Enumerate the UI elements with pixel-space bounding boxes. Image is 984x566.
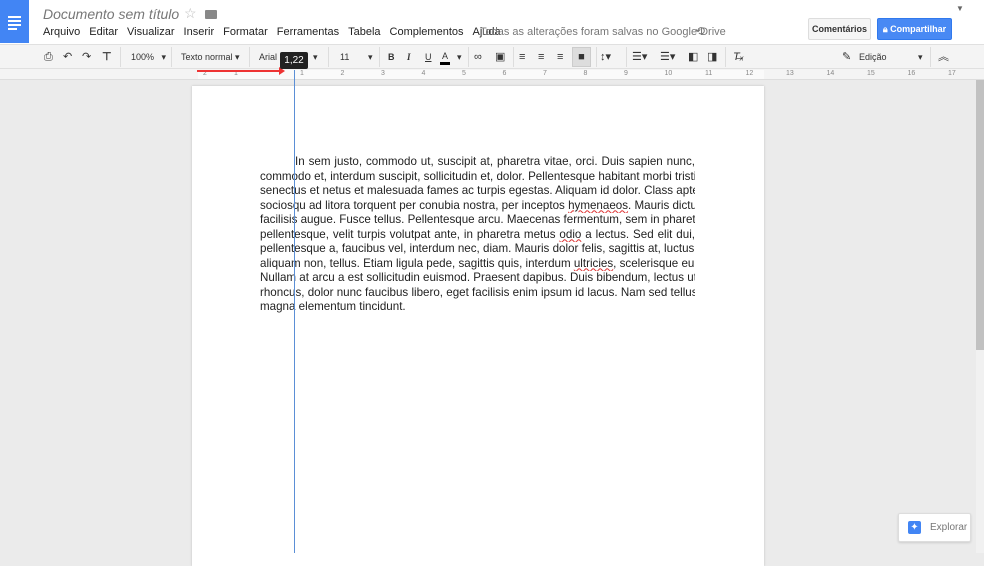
star-icon[interactable]: ☆	[184, 5, 197, 22]
clear-formatting-icon[interactable]: T̶ₓ	[733, 50, 744, 64]
text-line: commodo et, interdum suscipit, sollicitu…	[260, 169, 695, 183]
misspelled-word[interactable]: ultricies	[574, 257, 613, 270]
undo-icon[interactable]: ↶	[63, 50, 72, 64]
link-icon[interactable]: ∞	[474, 50, 482, 64]
redo-icon[interactable]: ↷	[82, 50, 91, 64]
text-line: facilisis augue. Fusce tellus. Pellentes…	[260, 213, 695, 226]
line-spacing-icon[interactable]: ↕▾	[600, 50, 611, 64]
save-status[interactable]: Todas as alterações foram salvas no Goog…	[480, 26, 726, 38]
text-line: sociosqu ad litora torquent per conubia …	[260, 198, 695, 212]
share-label: Compartilhar	[890, 24, 947, 34]
align-center-icon[interactable]: ≡	[538, 50, 544, 64]
text-line: pellentesque a, faucibus vel, interdum n…	[260, 242, 695, 255]
mode-dropdown-icon[interactable]: ▾	[918, 50, 923, 64]
explore-label: Explorar	[930, 522, 968, 533]
font-select[interactable]: Arial	[259, 50, 277, 64]
explore-icon: ✦	[908, 521, 921, 534]
text-line: In sem justo, commodo ut, suscipit at, p…	[295, 155, 695, 168]
ruler-tick: 2	[340, 70, 345, 77]
document-body[interactable]: In sem justo, commodo ut, suscipit at, p…	[260, 155, 695, 315]
menu-visualizar[interactable]: Visualizar	[127, 26, 175, 38]
ruler-tick: 17	[948, 70, 956, 77]
font-size-select[interactable]: 11	[340, 50, 349, 64]
collapse-header-icon[interactable]: ▼	[956, 4, 964, 13]
ruler-tick: 11	[705, 70, 713, 77]
pencil-icon: ✎	[842, 51, 852, 63]
italic-button[interactable]: I	[407, 50, 411, 64]
folder-icon[interactable]	[205, 10, 217, 19]
menu-editar[interactable]: Editar	[89, 26, 118, 38]
comments-button[interactable]: Comentários	[808, 18, 871, 40]
menu-arquivo[interactable]: Arquivo	[43, 26, 80, 38]
ruler-tick: 9	[624, 70, 628, 77]
share-button[interactable]: 🔒︎ Compartilhar	[877, 18, 952, 40]
text-line: rhoncus, dolor nunc faucibus libero, ege…	[260, 285, 695, 299]
docs-logo-icon[interactable]	[0, 0, 29, 43]
text-line: Nullam at arcu a est sollicitudin euismo…	[260, 271, 695, 284]
decrease-indent-icon[interactable]: ◧	[688, 50, 698, 64]
ruler-tick: 1	[300, 70, 304, 77]
toolbar: ⎙ ↶ ↷ ⊤ 100% ▾ Texto normal ▾ Arial ▾ 11…	[0, 44, 984, 69]
ruler-tick: 10	[664, 70, 673, 77]
increase-indent-icon[interactable]: ◨	[707, 50, 717, 64]
margin-arrow	[197, 70, 281, 72]
bulleted-list-icon[interactable]: ☰▾	[660, 50, 675, 64]
text-line: senectus et netus et malesuada fames ac …	[260, 184, 695, 197]
text-line: pellentesque, velit turpis volutpat ante…	[260, 227, 695, 241]
menu-complementos[interactable]: Complementos	[390, 26, 464, 38]
menu-inserir[interactable]: Inserir	[184, 26, 215, 38]
bold-button[interactable]: B	[388, 50, 395, 64]
ruler-tick: 6	[502, 70, 507, 77]
print-icon[interactable]: ⎙	[44, 50, 53, 64]
ruler-tick: 15	[867, 70, 875, 77]
ruler-tick: 3	[381, 70, 385, 77]
explore-button[interactable]: ✦ Explorar	[898, 513, 971, 542]
ruler-tick: 16	[907, 70, 916, 77]
menu-ferramentas[interactable]: Ferramentas	[277, 26, 339, 38]
style-select[interactable]: Texto normal ▾	[181, 50, 240, 64]
paint-format-icon[interactable]: ⊤	[102, 50, 112, 64]
ruler-tick: 7	[543, 70, 547, 77]
menu-formatar[interactable]: Formatar	[223, 26, 268, 38]
numbered-list-icon[interactable]: ☰▾	[632, 50, 647, 64]
align-right-icon[interactable]: ≡	[557, 50, 563, 64]
misspelled-word[interactable]: odio	[559, 228, 581, 241]
mode-select[interactable]: Edição	[859, 50, 887, 64]
underline-button[interactable]: U	[425, 50, 432, 64]
text-line: aliquam non, tellus. Etiam ligula pede, …	[260, 256, 695, 270]
history-icon[interactable]: ⟲	[695, 24, 705, 38]
misspelled-word[interactable]: hymenaeos	[568, 199, 628, 212]
color-dropdown-icon[interactable]: ▾	[457, 50, 462, 64]
align-left-icon[interactable]: ≡	[519, 50, 525, 64]
text-line: magna elementum tincidunt.	[260, 300, 406, 313]
font-dropdown-icon[interactable]: ▾	[313, 50, 318, 64]
align-justify-icon[interactable]: ■	[572, 47, 591, 67]
size-dropdown-icon[interactable]: ▾	[368, 50, 373, 64]
indent-tooltip: 1,22	[280, 52, 308, 69]
comment-icon[interactable]: ▣	[495, 50, 505, 64]
ruler-tick: 13	[786, 70, 794, 77]
ruler-tick: 8	[583, 70, 588, 77]
ruler-tick: 14	[826, 70, 835, 77]
menu-tabela[interactable]: Tabela	[348, 26, 380, 38]
text-color-button[interactable]: A	[440, 50, 451, 65]
menu-bar: Arquivo Editar Visualizar Inserir Format…	[43, 26, 510, 38]
scrollbar-thumb[interactable]	[976, 80, 984, 350]
ruler-tick: 5	[462, 70, 466, 77]
indent-guide-line	[294, 70, 295, 553]
ruler-tick: 4	[421, 70, 426, 77]
document-title[interactable]: Documento sem título	[43, 6, 179, 22]
zoom-select[interactable]: 100% ▾	[131, 50, 166, 64]
ruler-tick: 12	[745, 70, 754, 77]
hide-menus-icon[interactable]: ︽	[938, 50, 949, 64]
